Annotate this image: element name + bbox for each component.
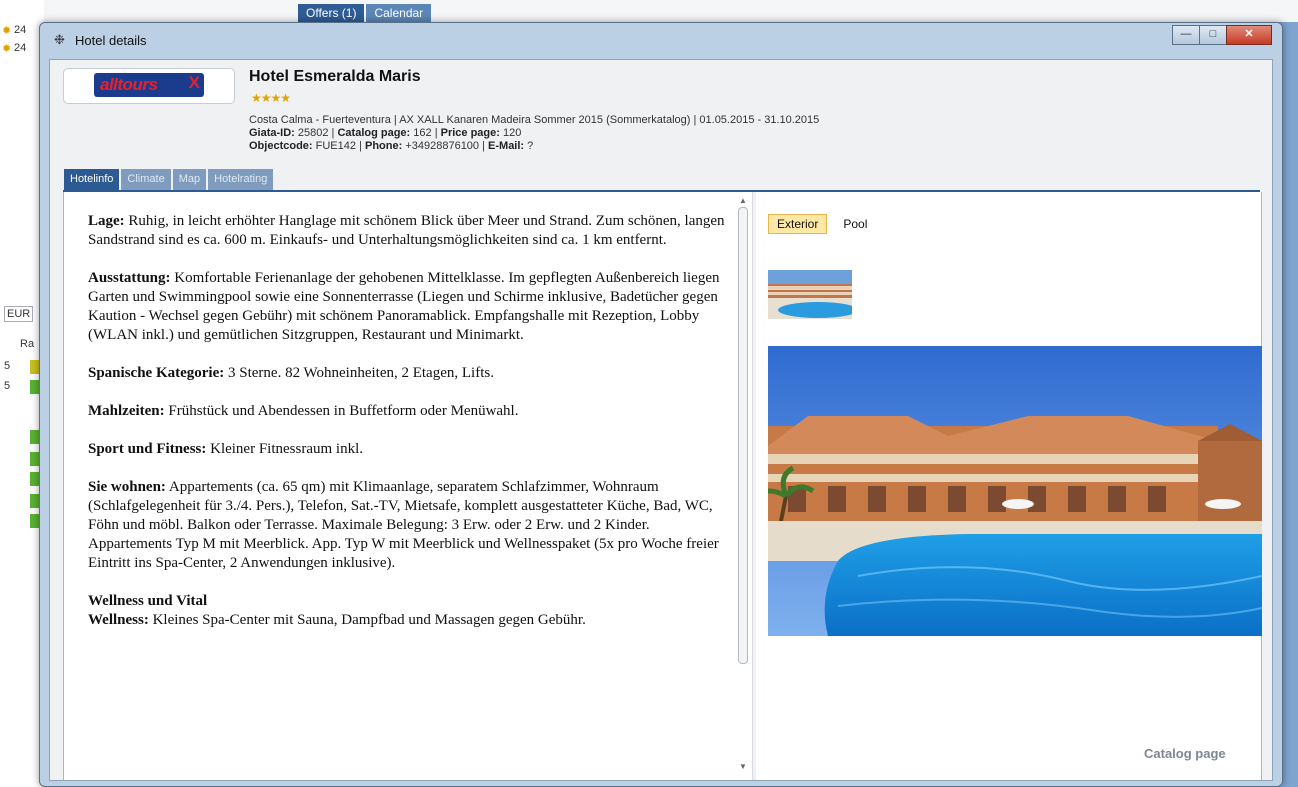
description-paragraph: Mahlzeiten: Frühstück und Abendessen in …	[88, 402, 728, 421]
hotel-details-dialog: ❉ Hotel details — □ ✕ alltours X Hotel E…	[39, 22, 1283, 787]
image-category-tabs: Exterior Pool	[768, 214, 875, 234]
description-paragraph: Spanische Kategorie: 3 Sterne. 82 Wohnei…	[88, 364, 728, 383]
scroll-up-icon[interactable]: ▲	[739, 196, 747, 205]
paragraph-text: Kleines Spa-Center mit Sauna, Dampfbad u…	[148, 612, 586, 628]
operator-logo-box: alltours X	[63, 68, 235, 104]
description-text: Lage: Ruhig, in leicht erhöhter Hanglage…	[88, 212, 728, 649]
description-paragraph: Ausstattung: Komfortable Ferienanlage de…	[88, 269, 728, 345]
paragraph-label: Ausstattung:	[88, 270, 171, 286]
wellness-heading: Wellness und Vital	[88, 593, 208, 609]
phone-value: +34928876100	[405, 140, 480, 152]
background-row-value: 24	[14, 42, 27, 54]
background-toolbar	[0, 0, 1298, 23]
paragraph-text: Ruhig, in leicht erhöhter Hanglage mit s…	[88, 213, 725, 248]
paragraph-label: Spanische Kategorie:	[88, 365, 225, 381]
paragraph-text: 3 Sterne. 82 Wohneinheiten, 2 Etagen, Li…	[224, 365, 494, 381]
tab-climate[interactable]: Climate	[121, 169, 171, 190]
paragraph-text: Komfortable Ferienanlage der gehobenen M…	[88, 270, 720, 343]
catalog-page-label: Catalog page:	[337, 127, 411, 139]
description-paragraph: Sport und Fitness: Kleiner Fitnessraum i…	[88, 440, 728, 459]
hotel-name: Hotel Esmeralda Maris	[249, 68, 421, 85]
tab-calendar[interactable]: Calendar	[366, 4, 432, 22]
minimize-button[interactable]: —	[1172, 25, 1200, 45]
dialog-titlebar[interactable]: ❉ Hotel details — □ ✕	[40, 23, 1282, 59]
maximize-button[interactable]: □	[1199, 25, 1227, 45]
background-row-value: 24	[14, 24, 27, 36]
sun-icon: ✹	[2, 25, 12, 37]
description-scrollbar[interactable]: ▲ ▼	[736, 192, 750, 780]
paragraph-text: Frühstück und Abendessen in Buffetform o…	[164, 403, 519, 419]
scrollbar-thumb[interactable]	[738, 207, 748, 664]
wellness-paragraph: Wellness und Vital Wellness: Kleines Spa-…	[88, 592, 728, 630]
description-pane[interactable]: Lage: Ruhig, in leicht erhöhter Hanglage…	[64, 192, 734, 780]
hotel-info: Costa Calma - Fuerteventura | AX XALL Ka…	[249, 114, 819, 153]
logo-mark: X	[188, 73, 200, 92]
background-left-column: ✹ 24 ✹ 24 EUR Ra 5 5	[0, 0, 44, 787]
hotel-info-line: Objectcode: FUE142 | Phone: +34928876100…	[249, 140, 534, 152]
sun-icon: ✹	[2, 43, 12, 55]
image-tab-exterior[interactable]: Exterior	[768, 214, 828, 234]
tab-hotelinfo[interactable]: Hotelinfo	[64, 169, 120, 190]
operator-logo: alltours X	[94, 73, 204, 97]
objectcode-label: Objectcode:	[249, 140, 313, 152]
price-page-label: Price page:	[440, 127, 500, 139]
detail-tabs: Hotelinfo Climate Map Hotelrating	[64, 169, 274, 190]
dialog-body: alltours X Hotel Esmeralda Maris ★★★★ Co…	[49, 59, 1273, 781]
background-tabs: Offers (1) Calendar	[298, 4, 432, 22]
paragraph-label: Sie wohnen:	[88, 479, 166, 495]
objectcode-value: FUE142	[315, 140, 356, 152]
image-thumbnail[interactable]	[768, 270, 852, 319]
currency-select[interactable]: EUR	[4, 306, 34, 322]
tab-content: Lage: Ruhig, in leicht erhöhter Hanglage…	[63, 192, 1262, 780]
paragraph-text: Appartements (ca. 65 qm) mit Klimaanlage…	[88, 479, 719, 571]
phone-label: Phone:	[364, 140, 403, 152]
email-value: ?	[527, 140, 534, 152]
background-row-value: 5	[4, 360, 11, 372]
hotel-info-line: Costa Calma - Fuerteventura | AX XALL Ka…	[249, 114, 820, 126]
email-label: E-Mail:	[488, 140, 525, 152]
rate-header: Ra	[20, 338, 35, 350]
catalog-page-link[interactable]: Catalog page	[1144, 746, 1226, 761]
star-rating-icon: ★★★★	[251, 91, 291, 105]
image-pane: Exterior Pool Catalog page	[756, 192, 1262, 780]
hotel-photo	[768, 346, 1262, 636]
giata-value: 25802	[297, 127, 329, 139]
background-row-value: 5	[4, 380, 11, 392]
catalog-page-value: 162	[413, 127, 432, 139]
image-tab-pool[interactable]: Pool	[835, 215, 875, 233]
tab-offers[interactable]: Offers (1)	[298, 4, 365, 22]
tab-map[interactable]: Map	[172, 169, 207, 190]
paragraph-label: Wellness:	[88, 612, 149, 628]
window-controls: — □ ✕	[1172, 25, 1272, 45]
description-paragraph: Lage: Ruhig, in leicht erhöhter Hanglage…	[88, 212, 728, 250]
paragraph-label: Mahlzeiten:	[88, 403, 165, 419]
dialog-title: Hotel details	[75, 33, 147, 48]
giata-label: Giata-ID:	[249, 127, 295, 139]
paragraph-label: Sport und Fitness:	[88, 441, 207, 457]
scroll-down-icon[interactable]: ▼	[739, 762, 747, 771]
paragraph-text: Kleiner Fitnessraum inkl.	[206, 441, 364, 457]
paragraph-label: Lage:	[88, 213, 125, 229]
price-page-value: 120	[503, 127, 522, 139]
close-button[interactable]: ✕	[1226, 25, 1272, 45]
tab-hotelrating[interactable]: Hotelrating	[208, 169, 274, 190]
logo-text: alltours	[100, 75, 158, 94]
description-paragraph: Sie wohnen: Appartements (ca. 65 qm) mit…	[88, 478, 728, 573]
hotel-info-line: Giata-ID: 25802 | Catalog page: 162 | Pr…	[249, 127, 522, 139]
gear-icon: ❉	[54, 32, 65, 47]
